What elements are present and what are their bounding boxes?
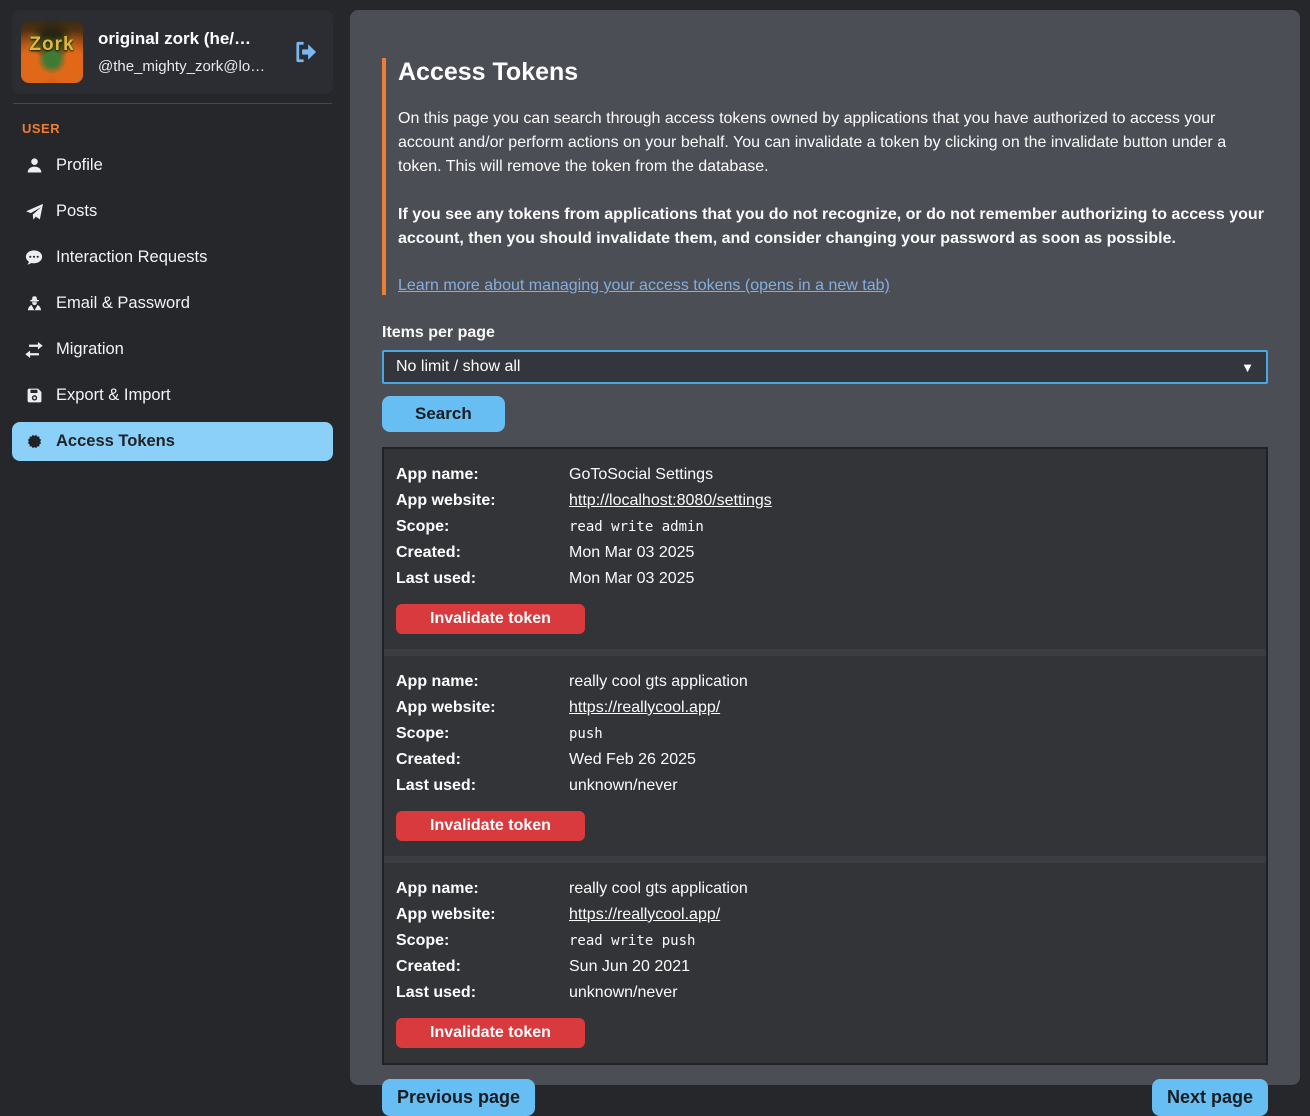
app-website-link[interactable]: https://reallycool.app/ — [569, 695, 720, 721]
sidebar-item-label: Profile — [56, 156, 103, 175]
avatar-art-text: Zork — [29, 34, 74, 56]
app-name-value: GoToSocial Settings — [569, 462, 713, 488]
app-name-label: App name: — [396, 462, 569, 488]
created-label: Created: — [396, 954, 569, 980]
main-panel: Access Tokens On this page you can searc… — [350, 10, 1300, 1085]
created-label: Created: — [396, 747, 569, 773]
invalidate-token-button[interactable]: Invalidate token — [396, 811, 585, 841]
sidebar-item-label: Export & Import — [56, 386, 171, 405]
paper-plane-icon — [24, 203, 44, 221]
last-used-label: Last used: — [396, 980, 569, 1006]
last-used-value: unknown/never — [569, 980, 678, 1006]
sidebar-item-label: Migration — [56, 340, 124, 359]
invalidate-token-button[interactable]: Invalidate token — [396, 1018, 585, 1048]
app-name-value: really cool gts application — [569, 876, 748, 902]
sidebar-item-interaction-requests[interactable]: Interaction Requests — [12, 238, 333, 277]
app-name-label: App name: — [396, 876, 569, 902]
avatar[interactable]: Zork — [21, 21, 83, 83]
app-website-link[interactable]: http://localhost:8080/settings — [569, 488, 772, 514]
user-meta: original zork (he/… @the_mighty_zork@lo… — [98, 29, 278, 75]
created-value: Sun Jun 20 2021 — [569, 954, 690, 980]
created-value: Wed Feb 26 2025 — [569, 747, 696, 773]
user-icon — [24, 157, 44, 174]
token-list: App name:GoToSocial Settings App website… — [382, 447, 1268, 1065]
user-card: Zork original zork (he/… @the_mighty_zor… — [12, 10, 333, 94]
user-display-name: original zork (he/… — [98, 29, 278, 49]
app-website-link[interactable]: https://reallycool.app/ — [569, 902, 720, 928]
sidebar-item-label: Posts — [56, 202, 97, 221]
sidebar-item-email-password[interactable]: Email & Password — [12, 284, 333, 323]
user-handle: @the_mighty_zork@lo… — [98, 58, 278, 75]
previous-page-button[interactable]: Previous page — [382, 1079, 535, 1116]
floppy-disk-icon — [24, 387, 44, 404]
search-button[interactable]: Search — [382, 396, 505, 432]
sidebar-item-migration[interactable]: Migration — [12, 330, 333, 369]
app-name-value: really cool gts application — [569, 669, 748, 695]
app-website-label: App website: — [396, 695, 569, 721]
app-name-label: App name: — [396, 669, 569, 695]
last-used-label: Last used: — [396, 566, 569, 592]
sidebar-nav: Profile Posts Interaction Requests — [12, 146, 333, 461]
created-label: Created: — [396, 540, 569, 566]
pagination: Previous page Next page — [382, 1079, 1268, 1116]
intro-text: On this page you can search through acce… — [398, 107, 1268, 179]
logout-icon[interactable] — [293, 39, 319, 65]
scope-value: read write admin — [569, 514, 704, 540]
last-used-label: Last used: — [396, 773, 569, 799]
token-entry: App name:GoToSocial Settings App website… — [384, 449, 1266, 649]
sidebar-item-export-import[interactable]: Export & Import — [12, 376, 333, 415]
created-value: Mon Mar 03 2025 — [569, 540, 694, 566]
sidebar-item-label: Access Tokens — [56, 432, 175, 451]
sidebar-item-label: Email & Password — [56, 294, 190, 313]
items-per-page-select[interactable]: No limit / show all ▼ — [382, 350, 1268, 384]
chevron-down-icon: ▼ — [1241, 360, 1254, 375]
items-per-page-value: No limit / show all — [396, 358, 520, 376]
token-entry: App name:really cool gts application App… — [384, 656, 1266, 856]
page-title: Access Tokens — [398, 58, 1268, 87]
last-used-value: unknown/never — [569, 773, 678, 799]
app-website-label: App website: — [396, 902, 569, 928]
next-page-button[interactable]: Next page — [1152, 1079, 1268, 1116]
scope-label: Scope: — [396, 514, 569, 540]
last-used-value: Mon Mar 03 2025 — [569, 566, 694, 592]
warning-text: If you see any tokens from applications … — [398, 203, 1268, 251]
token-entry: App name:really cool gts application App… — [384, 863, 1266, 1063]
certificate-icon — [24, 433, 44, 450]
exchange-arrows-icon — [24, 341, 44, 359]
learn-more-link[interactable]: Learn more about managing your access to… — [398, 277, 890, 294]
user-secret-icon — [24, 295, 44, 312]
invalidate-token-button[interactable]: Invalidate token — [396, 604, 585, 634]
items-per-page-label: Items per page — [382, 324, 1268, 342]
scope-value: push — [569, 721, 603, 747]
scope-label: Scope: — [396, 928, 569, 954]
comment-dots-icon — [24, 249, 44, 267]
scope-label: Scope: — [396, 721, 569, 747]
scope-value: read write push — [569, 928, 695, 954]
sidebar-item-access-tokens[interactable]: Access Tokens — [12, 422, 333, 461]
page-intro-section: Access Tokens On this page you can searc… — [382, 58, 1268, 295]
sidebar-item-profile[interactable]: Profile — [12, 146, 333, 185]
app-website-label: App website: — [396, 488, 569, 514]
sidebar-item-posts[interactable]: Posts — [12, 192, 333, 231]
sidebar-section-label: USER — [22, 121, 333, 136]
sidebar-item-label: Interaction Requests — [56, 248, 207, 267]
sidebar: Zork original zork (he/… @the_mighty_zor… — [0, 0, 350, 1097]
sidebar-divider — [13, 103, 332, 104]
